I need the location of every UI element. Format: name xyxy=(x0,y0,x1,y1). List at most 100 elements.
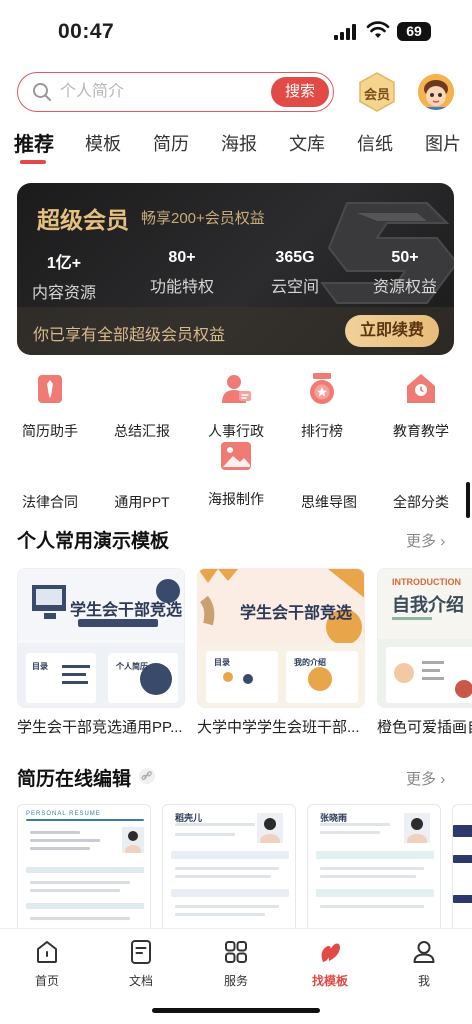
text-line xyxy=(175,905,279,908)
battery-indicator: 69 xyxy=(397,22,431,41)
section-bar xyxy=(171,851,289,859)
tab-poster[interactable]: 海报 xyxy=(221,130,257,156)
grid-item-label: 简历助手 xyxy=(22,423,78,439)
grid-item-label: 教育教学 xyxy=(393,423,449,439)
grid-item-label: 人事行政 xyxy=(208,423,264,439)
all-categories-icon xyxy=(404,448,438,482)
grid-item-general-ppt[interactable]: 通用PPT xyxy=(97,448,187,512)
ppt-thumbnail xyxy=(198,569,364,707)
wifi-icon xyxy=(366,21,390,38)
grid-item-summary-report[interactable]: 总结汇报 xyxy=(97,372,187,441)
vip-card-title: 超级会员 xyxy=(37,207,129,233)
renew-button[interactable]: 立即续费 xyxy=(345,315,439,347)
resume-template-card[interactable]: 稻壳儿 xyxy=(162,804,296,934)
text-line xyxy=(175,875,271,878)
vip-stat-value: 1亿+ xyxy=(46,255,82,272)
link-icon xyxy=(139,768,155,784)
nav-label: 我 xyxy=(417,974,430,988)
ppt-section-title: 个人常用演示模板 xyxy=(17,531,170,552)
more-label: 更多 xyxy=(406,771,437,788)
section-bar xyxy=(26,903,144,909)
app-screen: 00:47 69 搜索 会员 xyxy=(0,0,472,1024)
resume-template-card[interactable]: 张晓雨 xyxy=(307,804,441,934)
more-label: 更多 xyxy=(406,533,437,550)
ppt-more-link[interactable]: 更多 › xyxy=(406,530,445,551)
status-bar: 00:47 69 xyxy=(0,0,472,64)
tab-library[interactable]: 文库 xyxy=(289,130,325,156)
ppt-template-name[interactable]: 橙色可爱插画自 xyxy=(377,716,472,737)
nav-home[interactable]: 首页 xyxy=(17,939,77,989)
text-line xyxy=(320,823,390,826)
ppt-template-card[interactable]: 学生会干部竞选 目录 个人简历 xyxy=(17,568,185,708)
section-bar xyxy=(453,825,472,837)
resume-photo xyxy=(257,813,283,843)
text-line xyxy=(175,823,255,826)
medal-icon xyxy=(310,373,334,404)
ppt-template-name[interactable]: 大学中学学生会班干部... xyxy=(197,716,365,737)
tab-letter-paper[interactable]: 信纸 xyxy=(357,130,393,156)
text-line xyxy=(30,847,90,850)
resume-more-link[interactable]: 更多 › xyxy=(406,768,445,789)
vip-status-text: 你已享有全部超级会员权益 xyxy=(33,327,226,344)
ppt-thumbnail xyxy=(378,617,472,707)
ppt-template-card[interactable]: 学生会干部竞选 目录 我的介绍 xyxy=(197,568,365,708)
scroll-indicator[interactable] xyxy=(466,482,470,518)
vip-stat: 80+ 功能特权 xyxy=(149,249,215,297)
grid-item-hr-admin[interactable]: 人事行政 xyxy=(191,372,281,441)
nav-services[interactable]: 服务 xyxy=(206,939,266,989)
grid-item-resume-assistant[interactable]: 简历助手 xyxy=(5,372,95,441)
vip-badge-button[interactable]: 会员 xyxy=(358,72,396,112)
school-icon xyxy=(407,374,435,403)
ppt-template-name[interactable]: 学生会干部竞选通用PP... xyxy=(17,716,185,737)
resume-photo xyxy=(404,813,430,843)
tab-recommend[interactable]: 推荐 xyxy=(14,128,54,157)
ppt-thumb-small: 目录 xyxy=(214,658,230,667)
search-button[interactable]: 搜索 xyxy=(271,77,329,107)
poster-image-icon xyxy=(221,442,251,470)
tab-templates[interactable]: 模板 xyxy=(85,130,121,156)
person-hr-icon xyxy=(222,375,251,403)
search-input[interactable] xyxy=(60,80,260,104)
signal-icon xyxy=(334,24,356,40)
tab-images[interactable]: 图片 xyxy=(425,130,461,156)
vip-stat-value: 365G xyxy=(275,249,315,266)
nav-label: 找模板 xyxy=(311,974,348,988)
services-grid-icon xyxy=(225,941,247,963)
chevron-right-icon: › xyxy=(440,533,446,550)
vip-stat: 365G 云空间 xyxy=(265,249,325,297)
grid-item-education[interactable]: 教育教学 xyxy=(376,372,466,441)
resume-tie-icon xyxy=(38,375,62,403)
grid-item-mind-map[interactable]: 思维导图 xyxy=(284,448,374,512)
grid-item-ranking[interactable]: 排行榜 xyxy=(277,372,367,441)
avatar-cartoon-icon xyxy=(418,74,454,110)
nav-label: 首页 xyxy=(34,974,59,988)
grid-item-poster-design[interactable]: 海报制作 xyxy=(191,440,281,509)
resume-template-card[interactable]: PERSONAL RESUME xyxy=(17,804,151,934)
nav-documents[interactable]: 文档 xyxy=(111,939,171,989)
nav-find-templates[interactable]: 找模板 xyxy=(300,939,360,989)
ppt-thumb-title: 学生会干部竞选 xyxy=(240,605,353,622)
home-indicator[interactable] xyxy=(152,1008,320,1013)
grid-item-all-categories[interactable]: 全部分类 xyxy=(376,448,466,512)
search-bar[interactable]: 搜索 xyxy=(17,72,334,112)
resume-photo xyxy=(122,827,144,853)
chevron-right-icon: › xyxy=(440,771,446,788)
contract-icon xyxy=(33,448,67,482)
tab-resume[interactable]: 简历 xyxy=(153,130,189,156)
super-vip-card[interactable]: 超级会员 畅享200+会员权益 1亿+ 内容资源 80+ 功能特权 365G 云… xyxy=(17,183,454,355)
resume-template-card[interactable] xyxy=(452,804,472,934)
grid-item-label: 海报制作 xyxy=(208,491,264,507)
text-line xyxy=(175,833,235,836)
vip-card-footer: 你已享有全部超级会员权益 立即续费 xyxy=(17,307,454,355)
vip-stat-label: 云空间 xyxy=(270,279,319,296)
profile-icon xyxy=(413,941,435,963)
text-line xyxy=(175,867,279,870)
grid-item-label: 通用PPT xyxy=(114,494,170,510)
ppt-template-card[interactable]: INTRODUCTION 自我介绍 xyxy=(377,568,472,708)
nav-me[interactable]: 我 xyxy=(394,939,454,989)
grid-item-legal-contract[interactable]: 法律合同 xyxy=(5,448,95,512)
category-tabs: 推荐 模板 简历 海报 文库 信纸 图片 xyxy=(0,128,472,168)
avatar[interactable] xyxy=(418,74,454,110)
resume-card-header: PERSONAL RESUME xyxy=(26,811,101,817)
section-bar xyxy=(316,851,434,859)
